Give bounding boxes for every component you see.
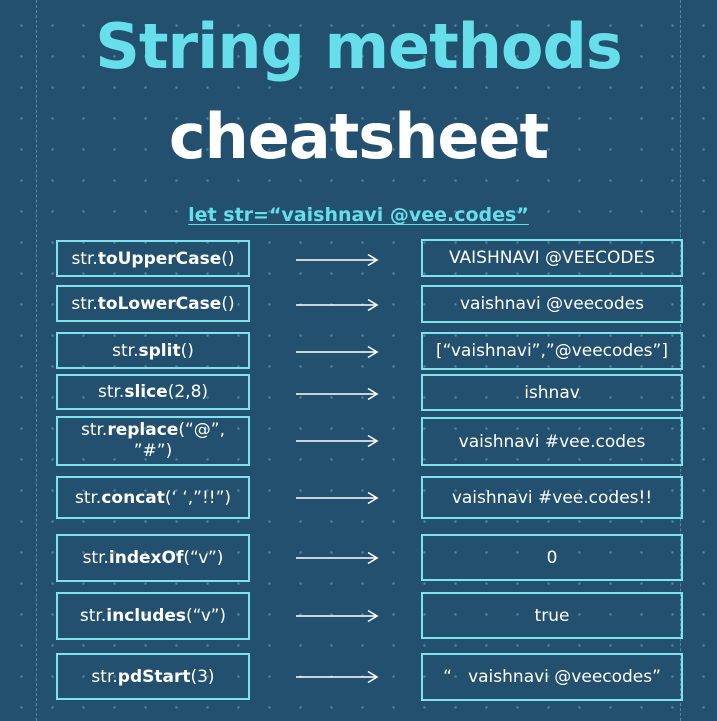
string-declaration-text: let str=“vaishnavi @vee.codes”	[188, 204, 529, 226]
method-prefix: str.	[74, 487, 102, 508]
arrow-icon	[296, 345, 380, 359]
method-name: concat	[101, 487, 165, 508]
arrow-icon	[296, 670, 380, 684]
method-args: (“v”)	[183, 548, 224, 568]
result-box-tolowercase: vaishnavi @veecodes	[421, 285, 683, 323]
result-text: ishnav	[524, 382, 580, 403]
arrow-icon	[296, 609, 380, 623]
arrow-icon	[296, 491, 380, 505]
result-text: vaishnavi #vee.codes!!	[451, 487, 653, 508]
method-name: indexOf	[108, 548, 184, 568]
result-box-replace: vaishnavi #vee.codes	[421, 417, 683, 466]
arrow-icon	[296, 434, 380, 448]
result-text: true	[534, 605, 570, 626]
arrow-icon	[296, 387, 380, 401]
result-box-concat: vaishnavi #vee.codes!!	[421, 476, 683, 519]
method-box-split: str. split()	[56, 332, 250, 369]
method-args: (“v”)	[186, 606, 227, 626]
result-text: “ vaishnavi @veecodes”	[443, 667, 661, 687]
method-args: (3)	[190, 666, 215, 687]
method-box-touppercase: str. toUpperCase()	[56, 240, 250, 277]
result-box-split: [“vaishnavi”,”@veecodes”]	[421, 332, 683, 370]
method-box-indexof: str. indexOf (“v”)	[56, 534, 250, 582]
method-name: slice	[124, 382, 168, 402]
arrow-icon	[296, 551, 380, 565]
method-prefix: str.	[97, 382, 125, 402]
arrow-icon	[296, 298, 380, 312]
result-box-slice: ishnav	[421, 374, 683, 411]
result-text: 0	[546, 547, 558, 568]
method-prefix: str.	[91, 666, 118, 687]
title-line-2: cheatsheet	[168, 100, 549, 173]
string-declaration: let str=“vaishnavi @vee.codes”	[0, 202, 717, 228]
method-name: split	[138, 340, 181, 361]
method-name: pdStart	[117, 666, 191, 687]
method-box-pdstart: str. pdStart (3)	[56, 653, 250, 700]
method-box-tolowercase: str. toLowerCase()	[56, 285, 250, 322]
method-box-concat: str. concat (‘ ‘,”!!”)	[56, 476, 250, 519]
arrow-icon	[296, 253, 380, 267]
method-prefix: str.	[112, 340, 139, 361]
method-name: toLowerCase	[97, 293, 222, 314]
method-prefix: str.	[79, 606, 107, 626]
title-line-1: String methods	[95, 10, 623, 83]
method-box-includes: str. includes (“v”)	[56, 592, 250, 640]
method-prefix: str.	[80, 420, 108, 440]
result-text: [“vaishnavi”,”@veecodes”]	[436, 341, 668, 361]
result-box-touppercase: VAISHNAVI @VEECODES	[421, 239, 683, 277]
method-prefix: str.	[71, 293, 98, 314]
result-box-indexof: 0	[421, 534, 683, 581]
result-text: vaishnavi @veecodes	[459, 294, 645, 314]
result-text: VAISHNAVI @VEECODES	[448, 248, 656, 268]
result-text: vaishnavi #vee.codes	[458, 431, 646, 452]
method-prefix: str.	[71, 248, 98, 269]
method-args: ()	[221, 293, 235, 314]
method-name: replace	[107, 420, 179, 440]
result-box-includes: true	[421, 592, 683, 639]
method-box-slice: str. slice (2,8)	[56, 374, 250, 410]
method-name: includes	[106, 606, 187, 626]
method-args: (‘ ‘,”!!”)	[164, 487, 232, 508]
method-args: ()	[221, 248, 235, 269]
method-box-replace: str.replace(“@”, ”#”)	[56, 416, 250, 466]
method-args: ()	[180, 340, 194, 361]
method-prefix: str.	[82, 548, 109, 568]
result-box-pdstart: “ vaishnavi @veecodes”	[421, 653, 683, 701]
method-name: toUpperCase	[97, 248, 222, 269]
method-args: (2,8)	[167, 382, 209, 402]
